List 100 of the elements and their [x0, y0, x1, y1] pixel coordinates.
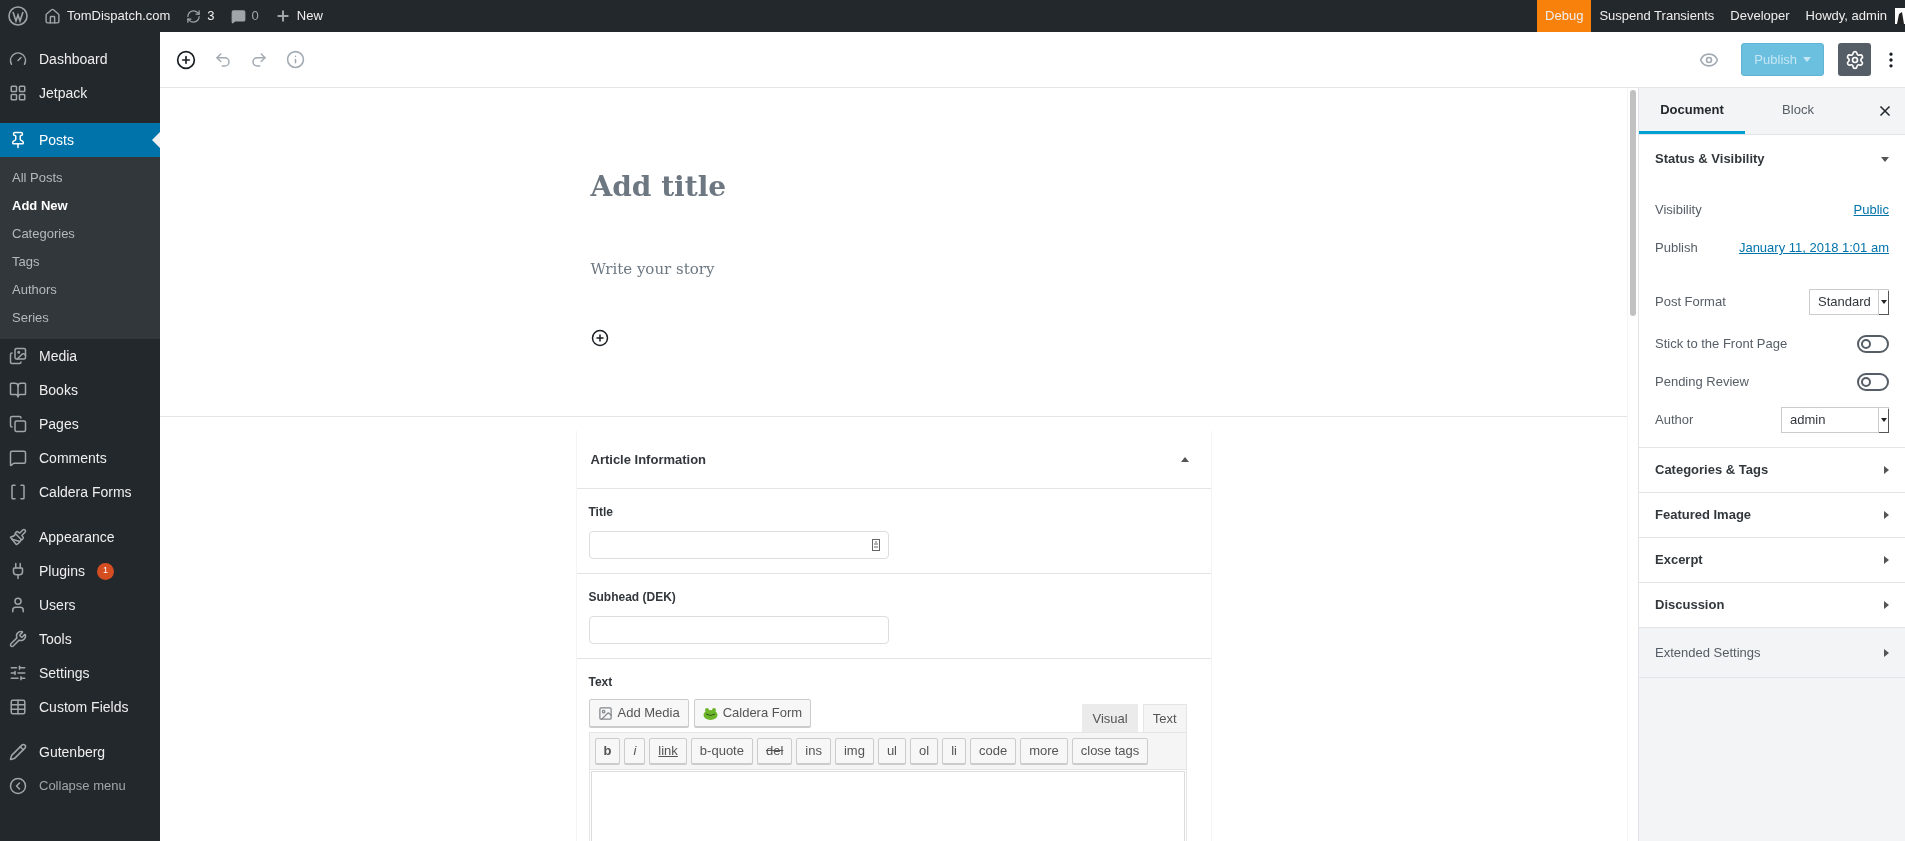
editor-mode-tab[interactable]: Text: [1142, 704, 1187, 732]
quicktag-button[interactable]: del: [756, 738, 793, 764]
setting-label: Pending Review: [1655, 373, 1749, 392]
images-icon: [9, 347, 27, 365]
quicktag-button[interactable]: close tags: [1071, 738, 1149, 764]
menu-item[interactable]: Media: [0, 339, 160, 373]
menu-item[interactable]: Tools: [0, 622, 160, 656]
wrench-icon: [9, 630, 27, 648]
submenu-item[interactable]: Series: [0, 304, 160, 332]
account-link[interactable]: Howdy, admin: [1797, 0, 1895, 32]
wordpress-logo-icon[interactable]: [8, 6, 28, 26]
menu-item[interactable]: Custom Fields: [0, 690, 160, 724]
quicktag-button[interactable]: b-quote: [690, 738, 753, 764]
select-field[interactable]: admin: [1781, 407, 1889, 433]
quicktag-button[interactable]: img: [834, 738, 874, 764]
refresh-icon: [186, 8, 202, 24]
quicktag-button[interactable]: ul: [877, 738, 906, 764]
text-field[interactable]: [588, 616, 889, 644]
editor-mode-tab[interactable]: Visual: [1082, 704, 1138, 732]
text-field[interactable]: [588, 531, 889, 559]
menu-item[interactable]: Settings: [0, 656, 160, 690]
panel-tab[interactable]: Document: [1639, 88, 1745, 134]
submenu-item[interactable]: Categories: [0, 220, 160, 248]
plus-icon: [274, 8, 291, 24]
submenu-item[interactable]: Tags: [0, 248, 160, 276]
submenu-item[interactable]: All Posts: [0, 164, 160, 192]
menu-item[interactable]: Appearance: [0, 520, 160, 554]
title-field[interactable]: Add title: [590, 166, 1197, 208]
quicktag-button[interactable]: i: [624, 738, 646, 764]
media-icon: [597, 705, 613, 721]
menu-item[interactable]: Caldera Forms: [0, 475, 160, 509]
pin-icon: [9, 131, 27, 149]
pencil-icon: [9, 743, 27, 761]
home-icon: [44, 7, 61, 25]
caret-icon: [1884, 556, 1889, 564]
panel-header[interactable]: Featured Image: [1639, 493, 1905, 538]
submenu-item[interactable]: Add New: [0, 192, 160, 220]
updates-link[interactable]: 3: [178, 6, 223, 26]
caret-icon: [1881, 156, 1889, 162]
menu-item[interactable]: Plugins 1: [0, 554, 160, 588]
caret-icon: [1884, 511, 1889, 519]
menu-item[interactable]: Jetpack: [0, 76, 160, 110]
select-field[interactable]: Standard: [1809, 289, 1889, 315]
panel-tab[interactable]: Block: [1745, 88, 1851, 134]
toggle-switch[interactable]: [1857, 373, 1889, 391]
quicktag-button[interactable]: link: [649, 738, 687, 764]
media-button[interactable]: Add Media: [588, 699, 689, 727]
close-icon[interactable]: [1877, 103, 1893, 119]
settings-button[interactable]: [1838, 43, 1871, 76]
menu-item[interactable]: Books: [0, 373, 160, 407]
menu-item[interactable]: Collapse menu: [0, 769, 160, 803]
panel-header[interactable]: Excerpt: [1639, 538, 1905, 583]
menu-item[interactable]: Users: [0, 588, 160, 622]
caret-icon: [1884, 648, 1889, 657]
quicktag-button[interactable]: li: [942, 738, 966, 764]
collapse-icon: [9, 777, 27, 795]
frog-icon: [702, 706, 718, 720]
site-link[interactable]: TomDispatch.com: [36, 6, 179, 26]
panel-header[interactable]: Categories & Tags: [1639, 448, 1905, 493]
field-label: Subhead (DEK): [588, 589, 677, 606]
submenu-item[interactable]: Authors: [0, 276, 160, 304]
caret-icon: [1180, 457, 1189, 462]
quicktag-button[interactable]: ins: [796, 738, 831, 764]
quicktag-button[interactable]: b: [594, 738, 621, 764]
scrollbar-thumb[interactable]: [1630, 90, 1636, 316]
grid-icon: [9, 84, 27, 102]
extended-settings-header[interactable]: Extended Settings: [1639, 628, 1905, 678]
setting-link[interactable]: January 11, 2018 1:01 am: [1738, 238, 1889, 258]
quicktag-button[interactable]: code: [969, 738, 1017, 764]
sliders-icon: [9, 664, 27, 682]
paragraph-placeholder[interactable]: Write your story: [590, 258, 1197, 281]
toggle-switch[interactable]: [1857, 335, 1889, 353]
quicktag-button[interactable]: ol: [910, 738, 939, 764]
pages-icon: [9, 415, 27, 433]
inserter-icon[interactable]: [590, 328, 609, 347]
setting-label: Post Format: [1655, 293, 1726, 312]
brush-icon: [9, 528, 27, 546]
avatar-icon[interactable]: [1895, 8, 1905, 24]
menu-item[interactable]: Comments: [0, 441, 160, 475]
menu-item[interactable]: Posts: [0, 123, 160, 157]
quicktag-button[interactable]: more: [1020, 738, 1068, 764]
setting-link[interactable]: Public: [1853, 200, 1889, 220]
menu-item[interactable]: Gutenberg: [0, 735, 160, 769]
caret-icon: [1880, 300, 1887, 304]
media-button[interactable]: Caldera Form: [693, 699, 812, 727]
comment-icon: [9, 449, 27, 467]
caret-icon: [1803, 57, 1811, 62]
password-manager-icon: [871, 539, 880, 551]
setting-label: Publish: [1655, 239, 1698, 258]
menu-item[interactable]: Pages: [0, 407, 160, 441]
add-block-icon[interactable]: [176, 49, 196, 70]
dashboard-icon: [9, 50, 27, 68]
meta-box-header[interactable]: Article Information: [576, 431, 1211, 489]
count-badge: 1: [96, 562, 114, 580]
admin-bar-link[interactable]: Suspend Transients: [1591, 0, 1723, 32]
comments-link[interactable]: 0: [222, 6, 267, 26]
admin-bar-link[interactable]: Developer: [1722, 0, 1798, 32]
menu-item[interactable]: Dashboard: [0, 42, 160, 76]
new-link[interactable]: New: [266, 6, 331, 26]
panel-header[interactable]: Status & Visibility: [1639, 135, 1905, 183]
